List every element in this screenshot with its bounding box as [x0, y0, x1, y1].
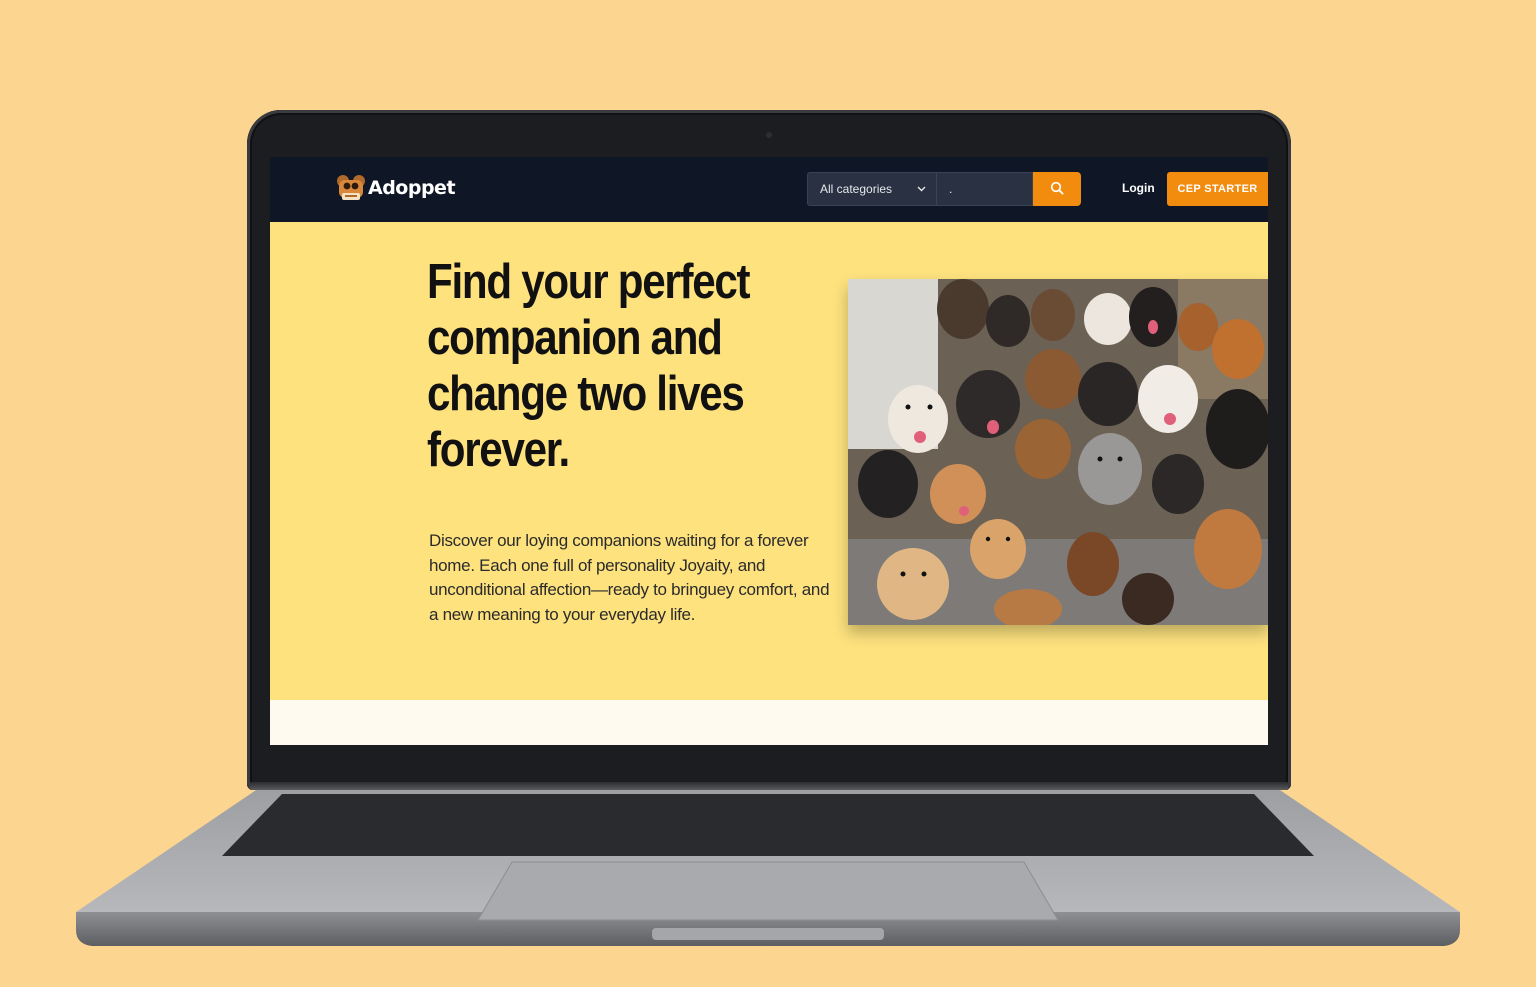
top-navbar: Adoppet All categories . Login CEP START…: [270, 157, 1268, 222]
login-link[interactable]: Login: [1122, 181, 1155, 195]
brand-name: Adoppet: [368, 177, 456, 199]
category-label: All categories: [820, 182, 893, 196]
category-dropdown[interactable]: All categories: [807, 172, 936, 206]
mockup-stage: Adoppet All categories . Login CEP START…: [0, 0, 1536, 987]
webcam: [766, 132, 772, 138]
chevron-down-icon: [916, 184, 926, 194]
dogs-photo: [848, 279, 1268, 625]
dogs-photo-illustration: [848, 279, 1268, 625]
cta-button[interactable]: CEP STARTER: [1167, 172, 1268, 206]
search-input[interactable]: [936, 172, 1033, 206]
hero-title: Find your perfect companion and change t…: [427, 255, 751, 477]
search-button[interactable]: [1033, 172, 1081, 206]
brand-logo[interactable]: Adoppet: [336, 174, 456, 202]
hero-description: Discover our loying companions waiting f…: [429, 531, 830, 624]
laptop-hinge: [250, 782, 1288, 790]
browser-screen: Adoppet All categories . Login CEP START…: [270, 157, 1268, 745]
search-bar: All categories: [807, 172, 1081, 206]
next-section: [270, 700, 1268, 745]
dog-face-icon: [336, 174, 366, 202]
hero-section: Find your perfect companion and change t…: [270, 222, 1268, 700]
search-icon: [1050, 181, 1064, 198]
